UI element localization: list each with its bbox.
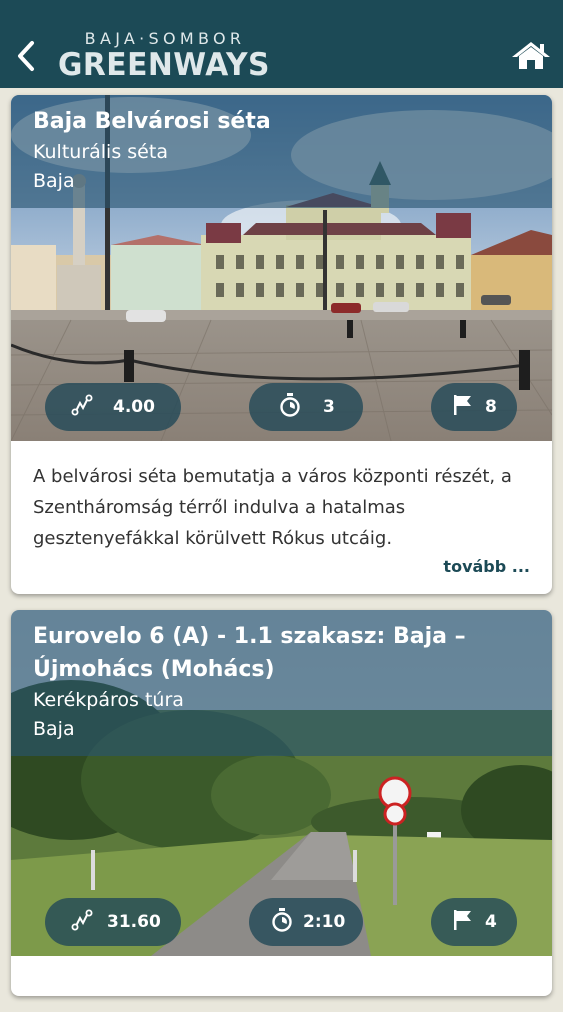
tour-location: Baja	[33, 170, 75, 192]
duration-value: 2:10	[303, 912, 346, 932]
distance-badge[interactable]: 31.60	[45, 898, 181, 946]
tour-title: Eurovelo 6 (A) - 1.1 szakasz: Baja – Újm…	[33, 624, 466, 682]
read-more-link[interactable]: tovább ...	[11, 554, 552, 594]
stops-value: 8	[485, 397, 497, 417]
flag-icon	[453, 394, 473, 421]
home-icon	[510, 40, 552, 74]
tour-hero-image: Eurovelo 6 (A) - 1.1 szakasz: Baja – Újm…	[11, 610, 552, 956]
stopwatch-icon	[271, 907, 293, 937]
tour-description: A belvárosi séta bemutatja a város közpo…	[33, 466, 512, 549]
distance-value: 31.60	[107, 912, 161, 932]
tour-card[interactable]: Eurovelo 6 (A) - 1.1 szakasz: Baja – Újm…	[11, 610, 552, 996]
route-icon	[71, 909, 93, 936]
app-logo: BAJA·SOMBOR GREENWAYS	[58, 30, 273, 86]
stopwatch-icon	[279, 392, 301, 422]
flag-icon	[453, 909, 473, 936]
tour-location: Baja	[33, 718, 75, 740]
tour-header-overlay: Baja Belvárosi séta Kulturális séta Baja	[11, 95, 552, 208]
tour-title: Baja Belvárosi séta	[33, 109, 271, 134]
top-app-bar: BAJA·SOMBOR GREENWAYS	[0, 0, 563, 88]
tour-hero-image: Baja Belvárosi séta Kulturális séta Baja…	[11, 95, 552, 441]
distance-value: 4.00	[113, 397, 155, 417]
back-button[interactable]	[10, 36, 42, 80]
tour-header-overlay: Eurovelo 6 (A) - 1.1 szakasz: Baja – Újm…	[11, 610, 552, 756]
tour-type: Kerékpáros túra	[33, 689, 184, 711]
route-icon	[71, 394, 93, 421]
logo-tagline: BAJA·SOMBOR	[84, 29, 246, 48]
duration-badge[interactable]: 2:10	[249, 898, 363, 946]
tour-list: Baja Belvárosi séta Kulturális séta Baja…	[11, 95, 552, 1012]
stops-badge[interactable]: 8	[431, 383, 517, 431]
distance-badge[interactable]: 4.00	[45, 383, 181, 431]
card-body-partial	[11, 956, 552, 996]
chevron-left-icon	[15, 40, 37, 76]
stops-badge[interactable]: 4	[431, 898, 517, 946]
duration-badge[interactable]: 3	[249, 383, 363, 431]
tour-type: Kulturális séta	[33, 141, 168, 163]
logo-wordmark: GREENWAYS	[58, 47, 270, 83]
duration-value: 3	[323, 397, 335, 417]
home-button[interactable]	[508, 40, 554, 74]
stops-value: 4	[485, 912, 497, 932]
tour-card[interactable]: Baja Belvárosi séta Kulturális séta Baja…	[11, 95, 552, 594]
